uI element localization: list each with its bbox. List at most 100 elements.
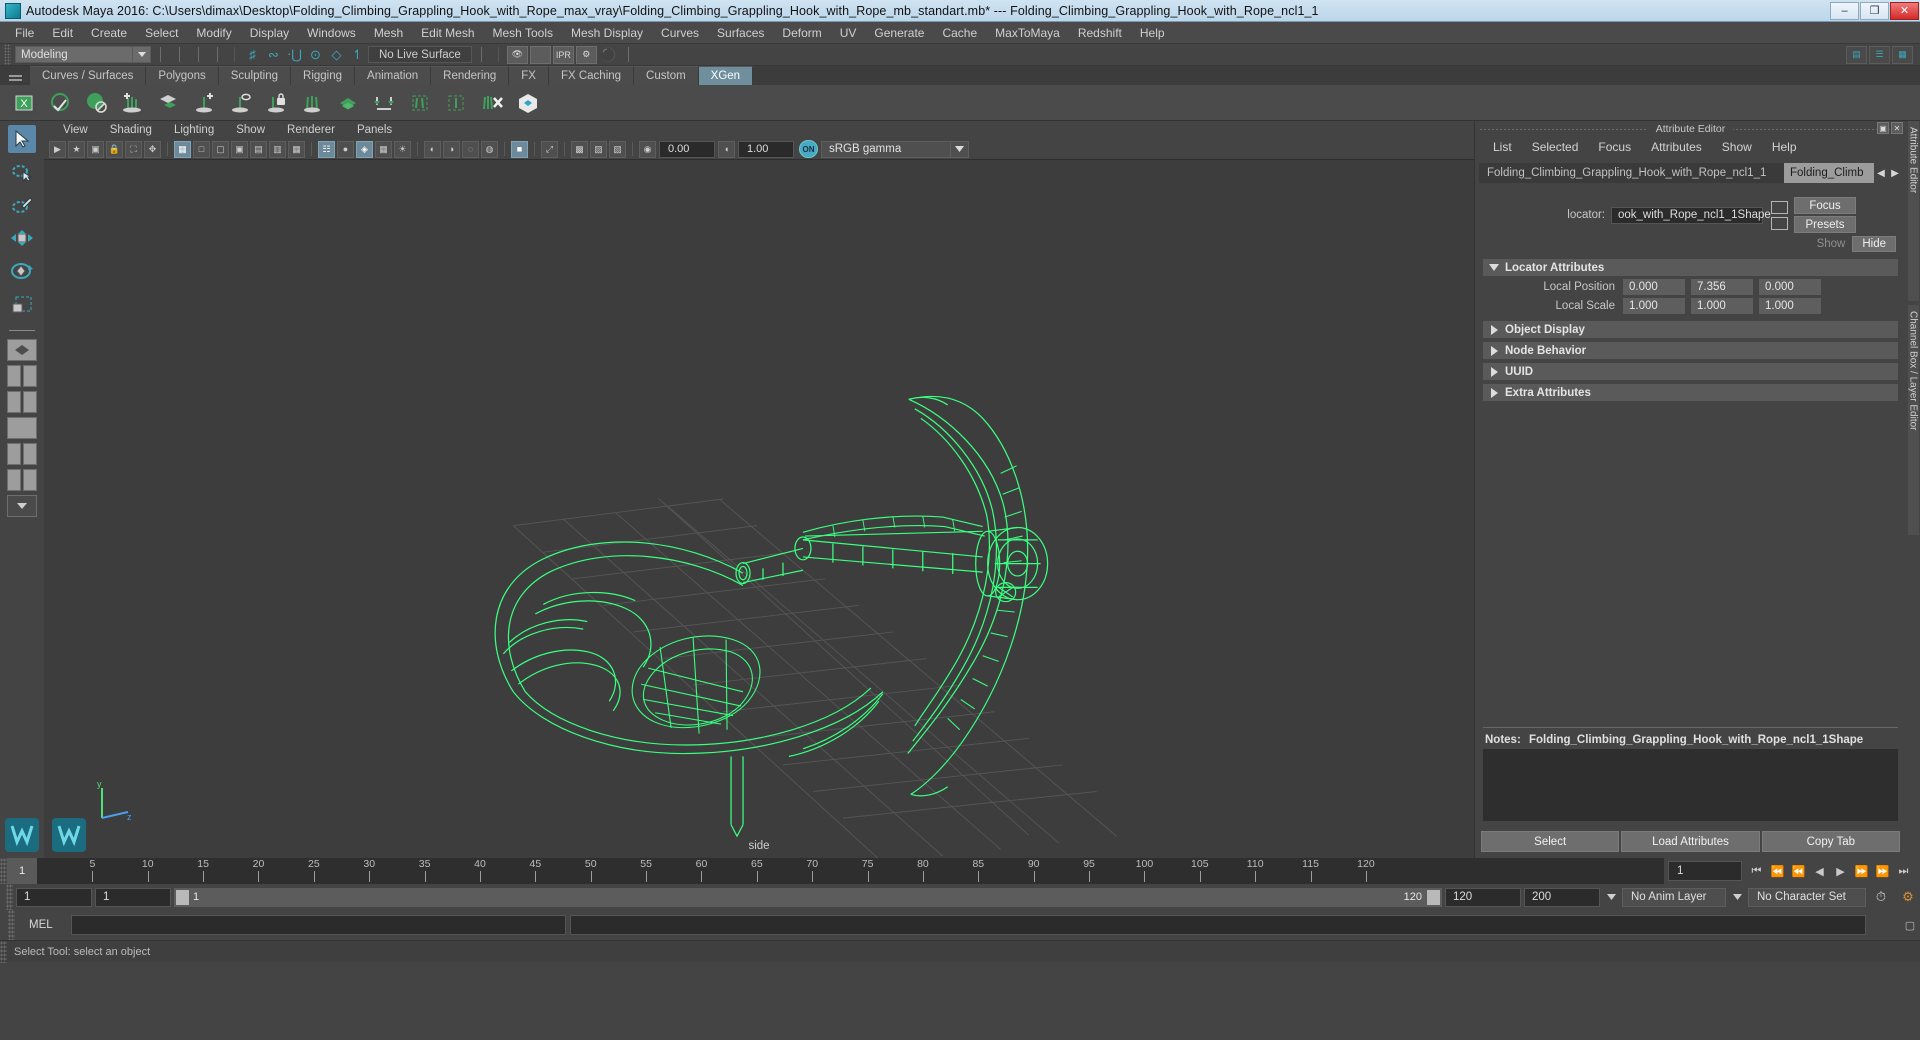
character-set-selector[interactable]: No Character Set <box>1748 887 1866 907</box>
xgen-preview-icon[interactable] <box>227 90 253 116</box>
film-gate-icon[interactable]: □ <box>193 140 210 158</box>
toolbar-grip[interactable] <box>4 44 11 65</box>
xgen-editor-icon[interactable]: X <box>11 89 37 116</box>
animation-preferences-icon[interactable]: ⚙ <box>1896 889 1920 905</box>
color-management-selector[interactable]: sRGB gamma <box>821 140 951 158</box>
section-extra-attributes[interactable]: Extra Attributes <box>1483 384 1898 401</box>
viewport-menu-shading[interactable]: Shading <box>99 124 163 136</box>
exposure-field[interactable]: 0.00 <box>659 140 715 158</box>
shelf-tab-sculpting[interactable]: Sculpting <box>218 66 292 85</box>
menu-item-maxtomaya[interactable]: MaxToMaya <box>986 24 1069 42</box>
menu-item-create[interactable]: Create <box>82 24 136 42</box>
range-start-field[interactable]: 1 <box>95 887 171 907</box>
menu-item-generate[interactable]: Generate <box>865 24 933 42</box>
range-slider-grip[interactable] <box>6 884 13 910</box>
xray-icon[interactable]: ▩ <box>571 140 588 158</box>
viewport-3d[interactable]: y z side <box>44 160 1474 858</box>
time-slider-grip[interactable] <box>0 858 7 884</box>
snap-projected-center-icon[interactable]: ⊙ <box>306 45 325 64</box>
anim-end-field[interactable]: 200 <box>1524 887 1600 907</box>
menu-item-deform[interactable]: Deform <box>773 24 830 42</box>
chevron-down-icon[interactable] <box>1729 888 1745 907</box>
gamma-icon[interactable]: ◖ <box>718 140 735 158</box>
grid-icon[interactable]: ▦ <box>174 140 191 158</box>
load-attributes-button[interactable]: Load Attributes <box>1621 831 1760 852</box>
chevron-down-icon[interactable] <box>951 140 969 158</box>
go-to-start-icon[interactable]: ⏮ <box>1746 861 1767 882</box>
rotate-tool-button[interactable] <box>8 257 36 285</box>
section-locator-attributes[interactable]: Locator Attributes <box>1483 259 1898 276</box>
menu-item-mesh[interactable]: Mesh <box>365 24 412 42</box>
select-camera-icon[interactable]: ▶ <box>49 140 66 158</box>
shelf-tab-custom[interactable]: Custom <box>634 66 699 85</box>
script-editor-icon[interactable]: ▢ <box>1900 915 1920 935</box>
maximize-button[interactable]: ❐ <box>1860 1 1889 20</box>
range-end-field[interactable]: 120 <box>1445 887 1521 907</box>
tab-prev-icon[interactable]: ◀ <box>1874 163 1888 183</box>
layout-persp-outliner-graph-button[interactable] <box>7 469 37 491</box>
command-line-grip[interactable] <box>8 910 15 940</box>
local-position-z-field[interactable]: 0.000 <box>1759 279 1821 295</box>
shelf-grip[interactable] <box>0 66 30 85</box>
xgen-add-guide-icon[interactable] <box>191 90 217 116</box>
section-object-display[interactable]: Object Display <box>1483 321 1898 338</box>
menu-item-uv[interactable]: UV <box>831 24 866 42</box>
notes-textarea[interactable] <box>1483 749 1898 821</box>
paint-select-tool-button[interactable] <box>8 191 36 219</box>
ae-menu-show[interactable]: Show <box>1712 140 1762 154</box>
menu-item-surfaces[interactable]: Surfaces <box>708 24 773 42</box>
render-settings-icon[interactable]: ⚙ <box>575 45 597 64</box>
hide-button[interactable]: Hide <box>1852 236 1896 252</box>
minimize-button[interactable]: – <box>1830 1 1859 20</box>
dock-tab-channel-box[interactable]: Channel Box / Layer Editor <box>1907 305 1919 535</box>
node-tab-primary[interactable]: Folding_Climbing_Grappling_Hook_with_Rop… <box>1479 163 1784 183</box>
section-uuid[interactable]: UUID <box>1483 363 1898 380</box>
scale-tool-button[interactable] <box>8 290 36 318</box>
local-scale-y-field[interactable]: 1.000 <box>1691 298 1753 314</box>
range-handle-right[interactable] <box>1427 889 1440 905</box>
ae-menu-focus[interactable]: Focus <box>1588 140 1641 154</box>
node-name-field[interactable]: ook_with_Rope_ncl1_1Shape <box>1611 206 1771 224</box>
shelf-tab-curves-surfaces[interactable]: Curves / Surfaces <box>30 66 147 85</box>
viewport-menu-show[interactable]: Show <box>225 124 276 136</box>
close-button[interactable]: ✕ <box>1890 1 1919 20</box>
layout-four-view-button[interactable] <box>7 365 37 387</box>
local-scale-z-field[interactable]: 1.000 <box>1759 298 1821 314</box>
render-current-frame-icon[interactable]: 👁 <box>506 45 528 64</box>
shelf-tab-xgen[interactable]: XGen <box>698 66 754 85</box>
snap-view-plane-icon[interactable]: ◇ <box>327 45 346 64</box>
safe-action-icon[interactable]: ▥ <box>269 140 286 158</box>
command-input[interactable] <box>71 915 566 935</box>
current-frame-field[interactable]: 1 <box>1668 861 1742 881</box>
menu-item-curves[interactable]: Curves <box>652 24 708 42</box>
ae-menu-list[interactable]: List <box>1483 140 1522 154</box>
step-forward-key-icon[interactable]: ⏩ <box>1872 861 1893 882</box>
isolate-select-icon[interactable]: ⤢ <box>541 140 558 158</box>
make-live-icon[interactable]: ↿ <box>348 45 367 64</box>
viewport-menu-panels[interactable]: Panels <box>346 124 403 136</box>
shelf-tab-fx[interactable]: FX <box>509 66 549 85</box>
move-tool-button[interactable] <box>8 224 36 252</box>
camera-attributes-icon[interactable]: ▣ <box>87 140 104 158</box>
step-forward-frame-icon[interactable]: ⏩ <box>1851 861 1872 882</box>
layout-persp-graph-button[interactable] <box>7 417 37 439</box>
two-d-pan-zoom-icon[interactable]: ✥ <box>144 140 161 158</box>
textured-icon[interactable]: ▦ <box>375 140 392 158</box>
shelf-tab-rigging[interactable]: Rigging <box>291 66 356 85</box>
lock-camera-icon[interactable]: 🔒 <box>106 140 123 158</box>
image-plane-icon[interactable]: ⛶ <box>125 140 142 158</box>
menu-item-mesh-tools[interactable]: Mesh Tools <box>484 24 562 42</box>
range-handle-left[interactable] <box>176 889 189 905</box>
menu-item-mesh-display[interactable]: Mesh Display <box>562 24 652 42</box>
xray-joints-icon[interactable]: ▨ <box>590 140 607 158</box>
motion-blur-icon[interactable]: ◌ <box>462 140 479 158</box>
xray-active-icon[interactable]: ▧ <box>609 140 626 158</box>
menu-item-edit-mesh[interactable]: Edit Mesh <box>412 24 483 42</box>
viewport-menu-lighting[interactable]: Lighting <box>163 124 225 136</box>
step-back-key-icon[interactable]: ⏪ <box>1767 861 1788 882</box>
viewport-menu-view[interactable]: View <box>52 124 99 136</box>
multisample-icon[interactable]: ◍ <box>481 140 498 158</box>
safe-title-icon[interactable]: ▦ <box>288 140 305 158</box>
shadows-icon[interactable]: ◐ <box>424 140 441 158</box>
bookmark-icon[interactable]: ★ <box>68 140 85 158</box>
